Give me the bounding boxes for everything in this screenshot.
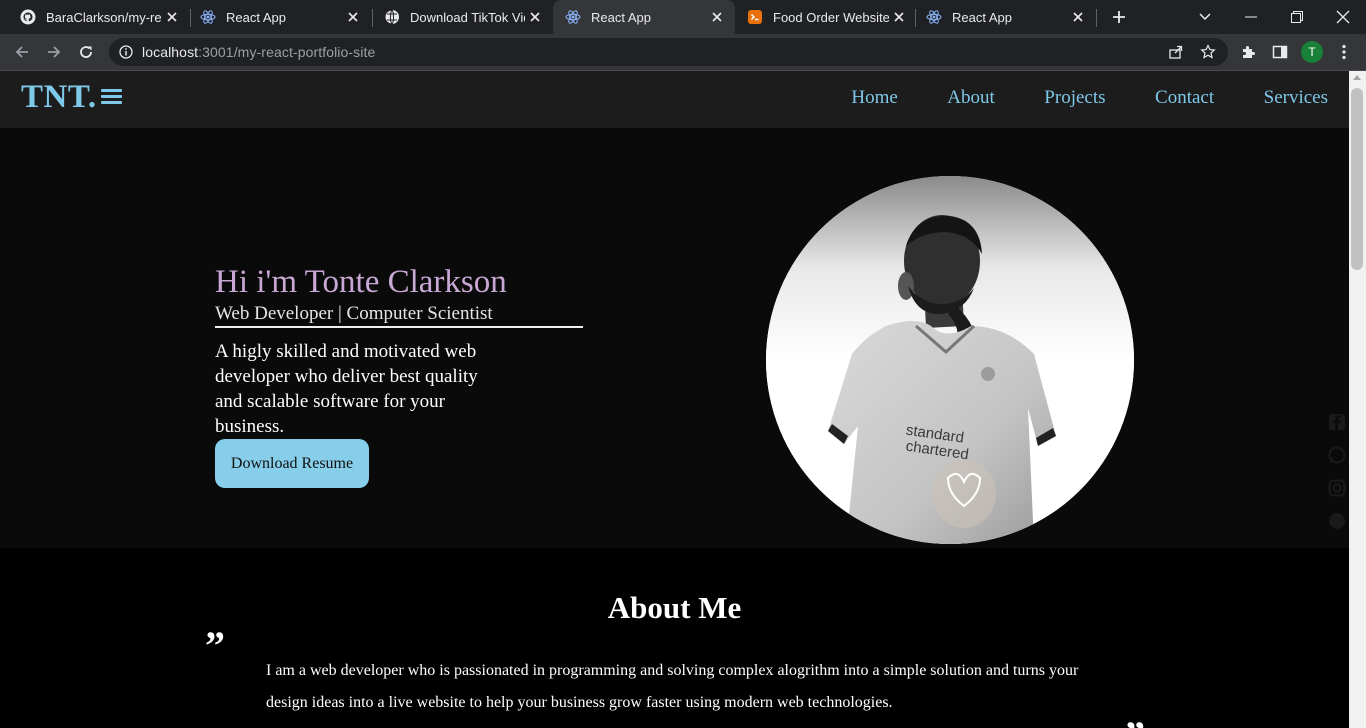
browser-tab[interactable]: React App <box>180 0 371 34</box>
react-icon <box>200 10 216 24</box>
tab-title: Food Order Website - <box>773 9 889 25</box>
close-icon <box>1336 10 1350 24</box>
page-scrollbar[interactable] <box>1349 71 1366 728</box>
puzzle-icon <box>1243 46 1255 58</box>
react-icon <box>565 10 581 24</box>
share-icon[interactable] <box>1168 44 1184 60</box>
nav-link-services[interactable]: Services <box>1264 87 1328 109</box>
site-logo[interactable]: TNT. <box>21 79 97 116</box>
close-window-button[interactable] <box>1320 0 1366 34</box>
arrow-right-icon <box>48 46 61 58</box>
hero-heading: Hi i'm Tonte Clarkson <box>215 264 507 300</box>
hero-description: A higly skilled and motivated web develo… <box>215 341 478 437</box>
tab-title: Download TikTok Vide <box>410 9 525 25</box>
close-icon[interactable] <box>343 7 363 27</box>
profile-photo: standard chartered <box>766 176 1134 544</box>
hamburger-menu-icon[interactable] <box>101 89 122 105</box>
minimize-button[interactable] <box>1228 0 1274 34</box>
scrollbar-thumb[interactable] <box>1351 88 1363 270</box>
tab-title: React App <box>591 9 651 25</box>
browser-tab-active[interactable]: React App <box>553 0 735 34</box>
nav-link-contact[interactable]: Contact <box>1155 87 1214 109</box>
close-icon[interactable] <box>525 7 545 27</box>
url-host: localhost <box>142 44 199 60</box>
tab-title: React App <box>226 9 286 25</box>
url-text: localhost:3001/my-react-portfolio-site <box>142 44 375 60</box>
restore-button[interactable] <box>1274 0 1320 34</box>
site-navbar: TNT. Home About Projects Contact Service… <box>0 71 1349 128</box>
side-panel-icon <box>1272 45 1288 59</box>
browser-tab[interactable]: BaraClarkson/my-reac <box>0 0 190 34</box>
browser-tab[interactable]: Download TikTok Vide <box>364 0 553 34</box>
browser-toolbar: localhost:3001/my-react-portfolio-site T <box>0 34 1366 71</box>
url-path: :3001/my-react-portfolio-site <box>198 44 376 60</box>
tab-search-button[interactable] <box>1182 0 1228 34</box>
about-heading: About Me <box>607 590 742 625</box>
minimize-icon <box>1245 16 1257 18</box>
profile-avatar[interactable]: T <box>1300 40 1324 64</box>
github-icon <box>20 9 36 25</box>
page-viewport: TNT. Home About Projects Contact Service… <box>0 71 1366 728</box>
close-icon[interactable] <box>707 7 727 27</box>
avatar: T <box>1301 41 1323 63</box>
about-text: I am a web developer who is passionated … <box>266 662 1079 711</box>
facebook-icon[interactable] <box>1328 413 1346 431</box>
nav-link-home[interactable]: Home <box>851 87 897 109</box>
nav-link-about[interactable]: About <box>947 87 995 109</box>
download-resume-button[interactable]: Download Resume <box>215 439 369 488</box>
scroll-up-icon[interactable] <box>1353 75 1361 80</box>
close-icon[interactable] <box>1068 7 1088 27</box>
tab-title: React App <box>952 9 1012 25</box>
chevron-down-icon <box>1199 13 1211 21</box>
browser-tab[interactable]: Food Order Website - <box>727 0 917 34</box>
profile-photo-illustration: standard chartered <box>766 176 1134 544</box>
star-icon[interactable] <box>1200 44 1216 60</box>
hero-role: Web Developer | Computer Scientist <box>215 303 583 328</box>
more-vert-icon <box>1342 44 1346 60</box>
quote-close-icon: ” <box>1125 716 1145 728</box>
tab-title: BaraClarkson/my-reac <box>46 9 162 25</box>
browser-tabstrip: BaraClarkson/my-reac React App Download … <box>0 0 1366 34</box>
browser-tab[interactable]: React App <box>906 0 1096 34</box>
whatsapp-icon[interactable] <box>1328 446 1346 464</box>
nav-links: Home About Projects Contact Services <box>802 87 1328 109</box>
hero-section: Hi i'm Tonte Clarkson Web Developer | Co… <box>0 128 1349 548</box>
side-panel-button[interactable] <box>1268 40 1292 64</box>
plus-icon <box>1113 11 1125 23</box>
quote-open-icon: ” <box>205 623 225 668</box>
forward-button[interactable] <box>42 40 66 64</box>
globe-icon <box>384 9 399 25</box>
reload-button[interactable] <box>74 40 98 64</box>
menu-button[interactable] <box>1332 40 1356 64</box>
arrow-left-icon <box>15 46 28 58</box>
extensions-button[interactable] <box>1236 40 1260 64</box>
address-bar[interactable]: localhost:3001/my-react-portfolio-site <box>109 38 1228 66</box>
instagram-icon[interactable] <box>1328 479 1346 497</box>
restore-icon <box>1291 11 1303 23</box>
reload-icon <box>80 46 92 58</box>
info-icon[interactable] <box>119 45 133 59</box>
react-icon <box>926 10 942 24</box>
about-section: About Me ” I am a web developer who is p… <box>0 548 1349 728</box>
html-icon <box>748 10 762 24</box>
nav-link-projects[interactable]: Projects <box>1044 87 1105 109</box>
github-icon[interactable] <box>1328 512 1346 530</box>
social-links <box>1328 413 1348 545</box>
back-button[interactable] <box>10 40 34 64</box>
new-tab-button[interactable] <box>1096 0 1142 34</box>
close-icon[interactable] <box>162 7 182 27</box>
